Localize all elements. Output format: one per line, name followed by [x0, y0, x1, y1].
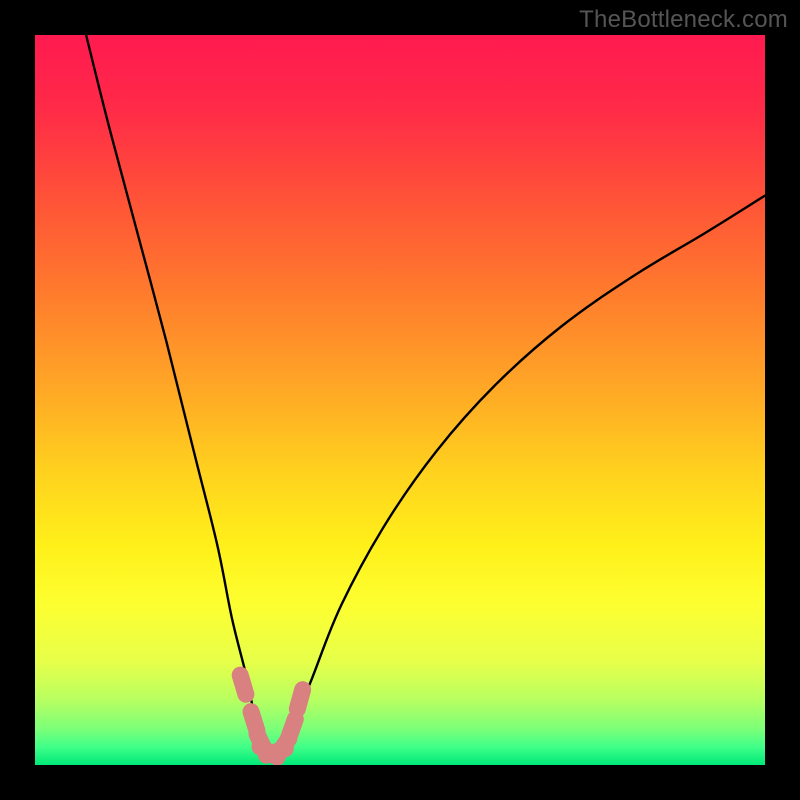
near-minimum-markers	[240, 675, 302, 757]
watermark-text: TheBottleneck.com	[579, 6, 788, 34]
plot-area	[35, 35, 765, 765]
bottleneck-curve	[86, 35, 765, 755]
curve-layer	[35, 35, 765, 765]
marker-nub	[289, 719, 296, 738]
marker-nub	[240, 675, 246, 694]
outer-frame: TheBottleneck.com	[0, 0, 800, 800]
marker-nub	[297, 690, 302, 709]
